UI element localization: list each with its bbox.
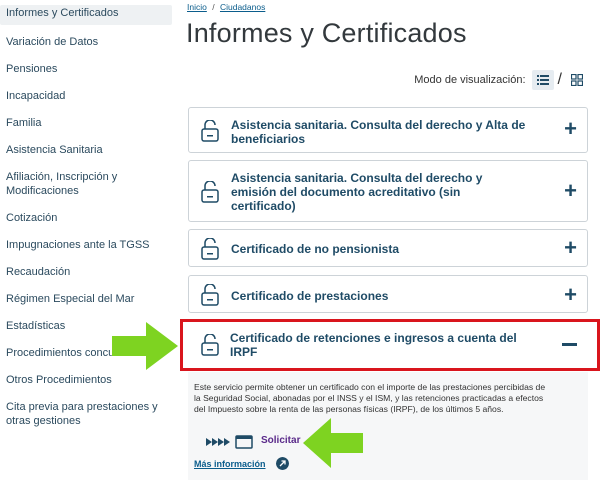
lock-open-icon (201, 181, 219, 203)
breadcrumb-section-link[interactable]: Ciudadanos (220, 2, 265, 12)
external-arrow-icon[interactable] (276, 457, 289, 470)
accordion-title-line: Asistencia sanitaria. Consulta del derec… (231, 118, 526, 132)
annotation-arrow-left-icon (303, 418, 363, 468)
sidebar-item-asistencia[interactable]: Asistencia Sanitaria (0, 143, 172, 157)
grid-view-button[interactable] (566, 70, 588, 90)
expand-plus-icon[interactable]: + (564, 284, 577, 306)
breadcrumb: Inicio / Ciudadanos (187, 2, 265, 12)
list-view-button[interactable] (531, 70, 554, 90)
lock-open-icon (201, 334, 219, 356)
sidebar-item-regimen-mar[interactable]: Régimen Especial del Mar (0, 292, 172, 306)
accordion-item-retenciones[interactable]: Certificado de retenciones e ingresos a … (230, 331, 530, 359)
accordion-title-line: Asistencia sanitaria. Consulta del derec… (231, 171, 483, 185)
list-view-icon (536, 75, 549, 85)
sidebar-item-otros[interactable]: Otros Procedimientos (0, 373, 172, 387)
expand-plus-icon[interactable]: + (564, 118, 577, 140)
view-separator: / (557, 71, 562, 88)
accordion-title: Asistencia sanitaria. Consulta del derec… (231, 118, 525, 146)
accordion-title-line: emisión del documento acreditativo (sin (231, 185, 461, 199)
sidebar-item-informes[interactable]: Informes y Certificados (0, 5, 172, 25)
solicitar-link[interactable]: Solicitar (261, 435, 300, 446)
accordion-title: Certificado de prestaciones (231, 289, 389, 303)
view-mode-label: Modo de visualización: (414, 74, 526, 86)
accordion-item-asistencia-alta[interactable]: Asistencia sanitaria. Consulta del derec… (188, 107, 588, 153)
collapse-minus-icon[interactable] (562, 343, 577, 346)
lock-open-icon (201, 284, 219, 306)
breadcrumb-home-link[interactable]: Inicio (187, 2, 207, 12)
accordion-title-line: certificado) (231, 199, 296, 213)
sidebar-item-cita-previa-cont[interactable]: otras gestiones (0, 414, 172, 428)
grid-view-icon (571, 74, 583, 86)
sidebar-item-incapacidad[interactable]: Incapacidad (0, 89, 172, 103)
sidebar-item-afiliacion[interactable]: Afiliación, Inscripción y (0, 170, 172, 184)
accordion-panel: Este servicio permite obtener un certifi… (188, 372, 588, 480)
lock-open-icon (201, 238, 219, 260)
sidebar-item-variacion[interactable]: Variación de Datos (0, 35, 172, 49)
sidebar-item-afiliacion-cont[interactable]: Modificaciones (0, 184, 172, 198)
annotation-arrow-right-icon (112, 322, 178, 370)
expand-plus-icon[interactable]: + (564, 237, 577, 259)
view-mode: Modo de visualización: / (414, 70, 588, 90)
sidebar-item-recaudacion[interactable]: Recaudación (0, 265, 172, 279)
sidebar-item-pensiones[interactable]: Pensiones (0, 62, 172, 76)
description-line: la Seguridad Social, abonadas por el INS… (194, 393, 544, 403)
sidebar-item-cita-previa[interactable]: Cita previa para prestaciones y (0, 400, 172, 414)
description-line: del Impuesto sobre la renta de las perso… (194, 404, 504, 414)
service-channel-icons (206, 435, 253, 449)
accordion-title-line: Certificado de retenciones e ingresos a … (230, 331, 517, 345)
sidebar-item-familia[interactable]: Familia (0, 116, 172, 130)
accordion-title-line: beneficiarios (231, 132, 306, 146)
breadcrumb-separator: / (212, 2, 215, 12)
sidebar-item-impugnaciones[interactable]: Impugnaciones ante la TGSS (0, 238, 172, 252)
accordion-item-no-pensionista[interactable]: Certificado de no pensionista + (188, 229, 588, 267)
service-description: Este servicio permite obtener un certifi… (194, 382, 584, 415)
lock-open-icon (201, 120, 219, 142)
accordion-item-prestaciones[interactable]: Certificado de prestaciones + (188, 275, 588, 313)
sidebar-item-cotizacion[interactable]: Cotización (0, 211, 172, 225)
accordion-item-asistencia-documento[interactable]: Asistencia sanitaria. Consulta del derec… (188, 160, 588, 222)
sidebar: Informes y Certificados Variación de Dat… (0, 0, 172, 480)
description-line: Este servicio permite obtener un certifi… (194, 382, 546, 392)
expand-plus-icon[interactable]: + (564, 180, 577, 202)
accordion-title: Asistencia sanitaria. Consulta del derec… (231, 171, 482, 213)
accordion-title: Certificado de no pensionista (231, 242, 400, 256)
mas-informacion-link[interactable]: Más información (194, 459, 266, 469)
accordion-title-line: IRPF (230, 345, 258, 359)
page-title: Informes y Certificados (186, 18, 467, 48)
